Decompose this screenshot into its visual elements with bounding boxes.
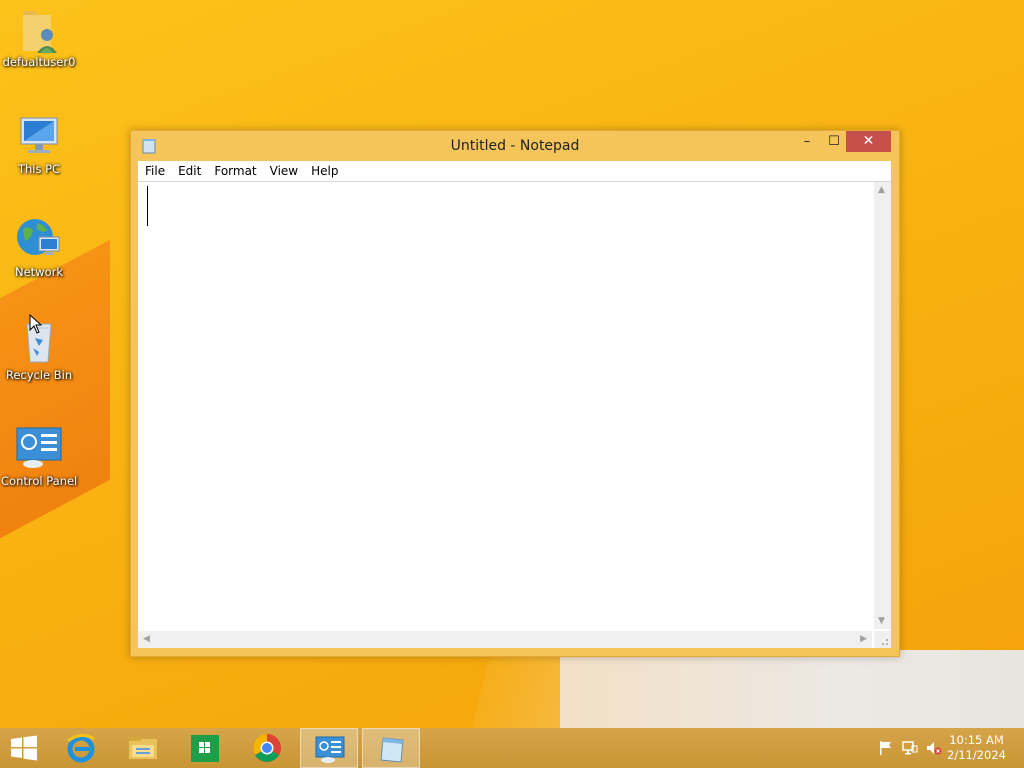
windows-logo-icon [10,735,40,765]
scroll-left-icon[interactable]: ◀ [143,634,150,644]
internet-explorer-icon [66,733,96,763]
computer-icon [15,112,63,160]
close-icon: ✕ [862,133,875,149]
notepad-window[interactable]: Untitled - Notepad – ☐ ✕ File Edit Format V… [130,130,900,657]
file-explorer-icon [128,733,158,763]
user-folder-icon [15,5,63,53]
resize-grip-icon[interactable] [874,631,891,648]
scroll-down-icon[interactable]: ▼ [878,616,885,626]
wallpaper-shape-left [0,239,110,571]
network-icon[interactable] [902,740,918,756]
network-icon [15,215,63,263]
taskbar-internet-explorer[interactable] [52,728,110,768]
desktop-icon-control-panel[interactable]: Control Panel [1,424,77,488]
start-button[interactable] [0,728,58,768]
desktop-icon-user-folder[interactable]: defualtuser0 [1,5,77,69]
clock-time: 10:15 AM [949,733,1004,747]
taskbar-chrome[interactable] [238,728,296,768]
text-content-area[interactable] [138,182,872,629]
volume-muted-icon[interactable] [926,740,942,756]
flag-icon[interactable] [878,740,894,756]
taskbar-store[interactable] [176,728,234,768]
desktop-icon-label: Network [14,265,64,279]
text-caret [147,186,148,226]
desktop-icon-label: This PC [17,162,61,176]
desktop-icon-this-pc[interactable]: This PC [1,112,77,176]
menu-help[interactable]: Help [304,161,344,180]
taskbar-file-explorer[interactable] [114,728,172,768]
maximize-button[interactable]: ☐ [820,131,848,152]
menu-format[interactable]: Format [207,161,262,180]
minimize-button[interactable]: – [793,131,821,152]
desktop-icon-label: Control Panel [1,474,78,488]
taskbar: 10:15 AM 2/11/2024 [0,728,1024,768]
minimize-icon: – [803,134,811,149]
mouse-cursor-icon [29,313,43,334]
taskbar-notepad[interactable] [362,728,420,768]
vertical-scrollbar[interactable]: ▲ ▼ [874,182,891,629]
control-panel-icon [315,734,345,764]
notepad-icon [377,734,407,764]
menu-edit[interactable]: Edit [171,161,207,180]
desktop-background: defualtuser0 This PC Network Recycle Bin… [0,0,1024,728]
control-panel-icon [15,424,63,472]
scroll-right-icon[interactable]: ▶ [860,634,867,644]
close-button[interactable]: ✕ [846,131,891,152]
menu-bar: File Edit Format View Help [138,161,891,182]
desktop-icon-network[interactable]: Network [1,215,77,279]
desktop-icon-label: defualtuser0 [2,55,76,69]
title-bar[interactable]: Untitled - Notepad – ☐ ✕ [131,131,899,161]
clock-date: 2/11/2024 [947,748,1006,762]
system-tray: 10:15 AM 2/11/2024 [864,728,1024,768]
wallpaper-shape-bottom-right [560,650,1024,728]
clock[interactable]: 10:15 AM 2/11/2024 [947,733,1006,763]
desktop-icon-label: Recycle Bin [5,368,73,382]
store-icon [190,733,220,763]
chrome-icon [252,733,282,763]
maximize-icon: ☐ [828,134,840,149]
menu-file[interactable]: File [138,161,171,180]
menu-view[interactable]: View [263,161,304,180]
text-editor-area: ▲ ▼ ◀ ▶ [138,182,891,648]
window-title: Untitled - Notepad [450,138,580,154]
scroll-up-icon[interactable]: ▲ [878,185,885,195]
taskbar-control-panel[interactable] [300,728,358,768]
horizontal-scrollbar[interactable]: ◀ ▶ [138,631,872,648]
